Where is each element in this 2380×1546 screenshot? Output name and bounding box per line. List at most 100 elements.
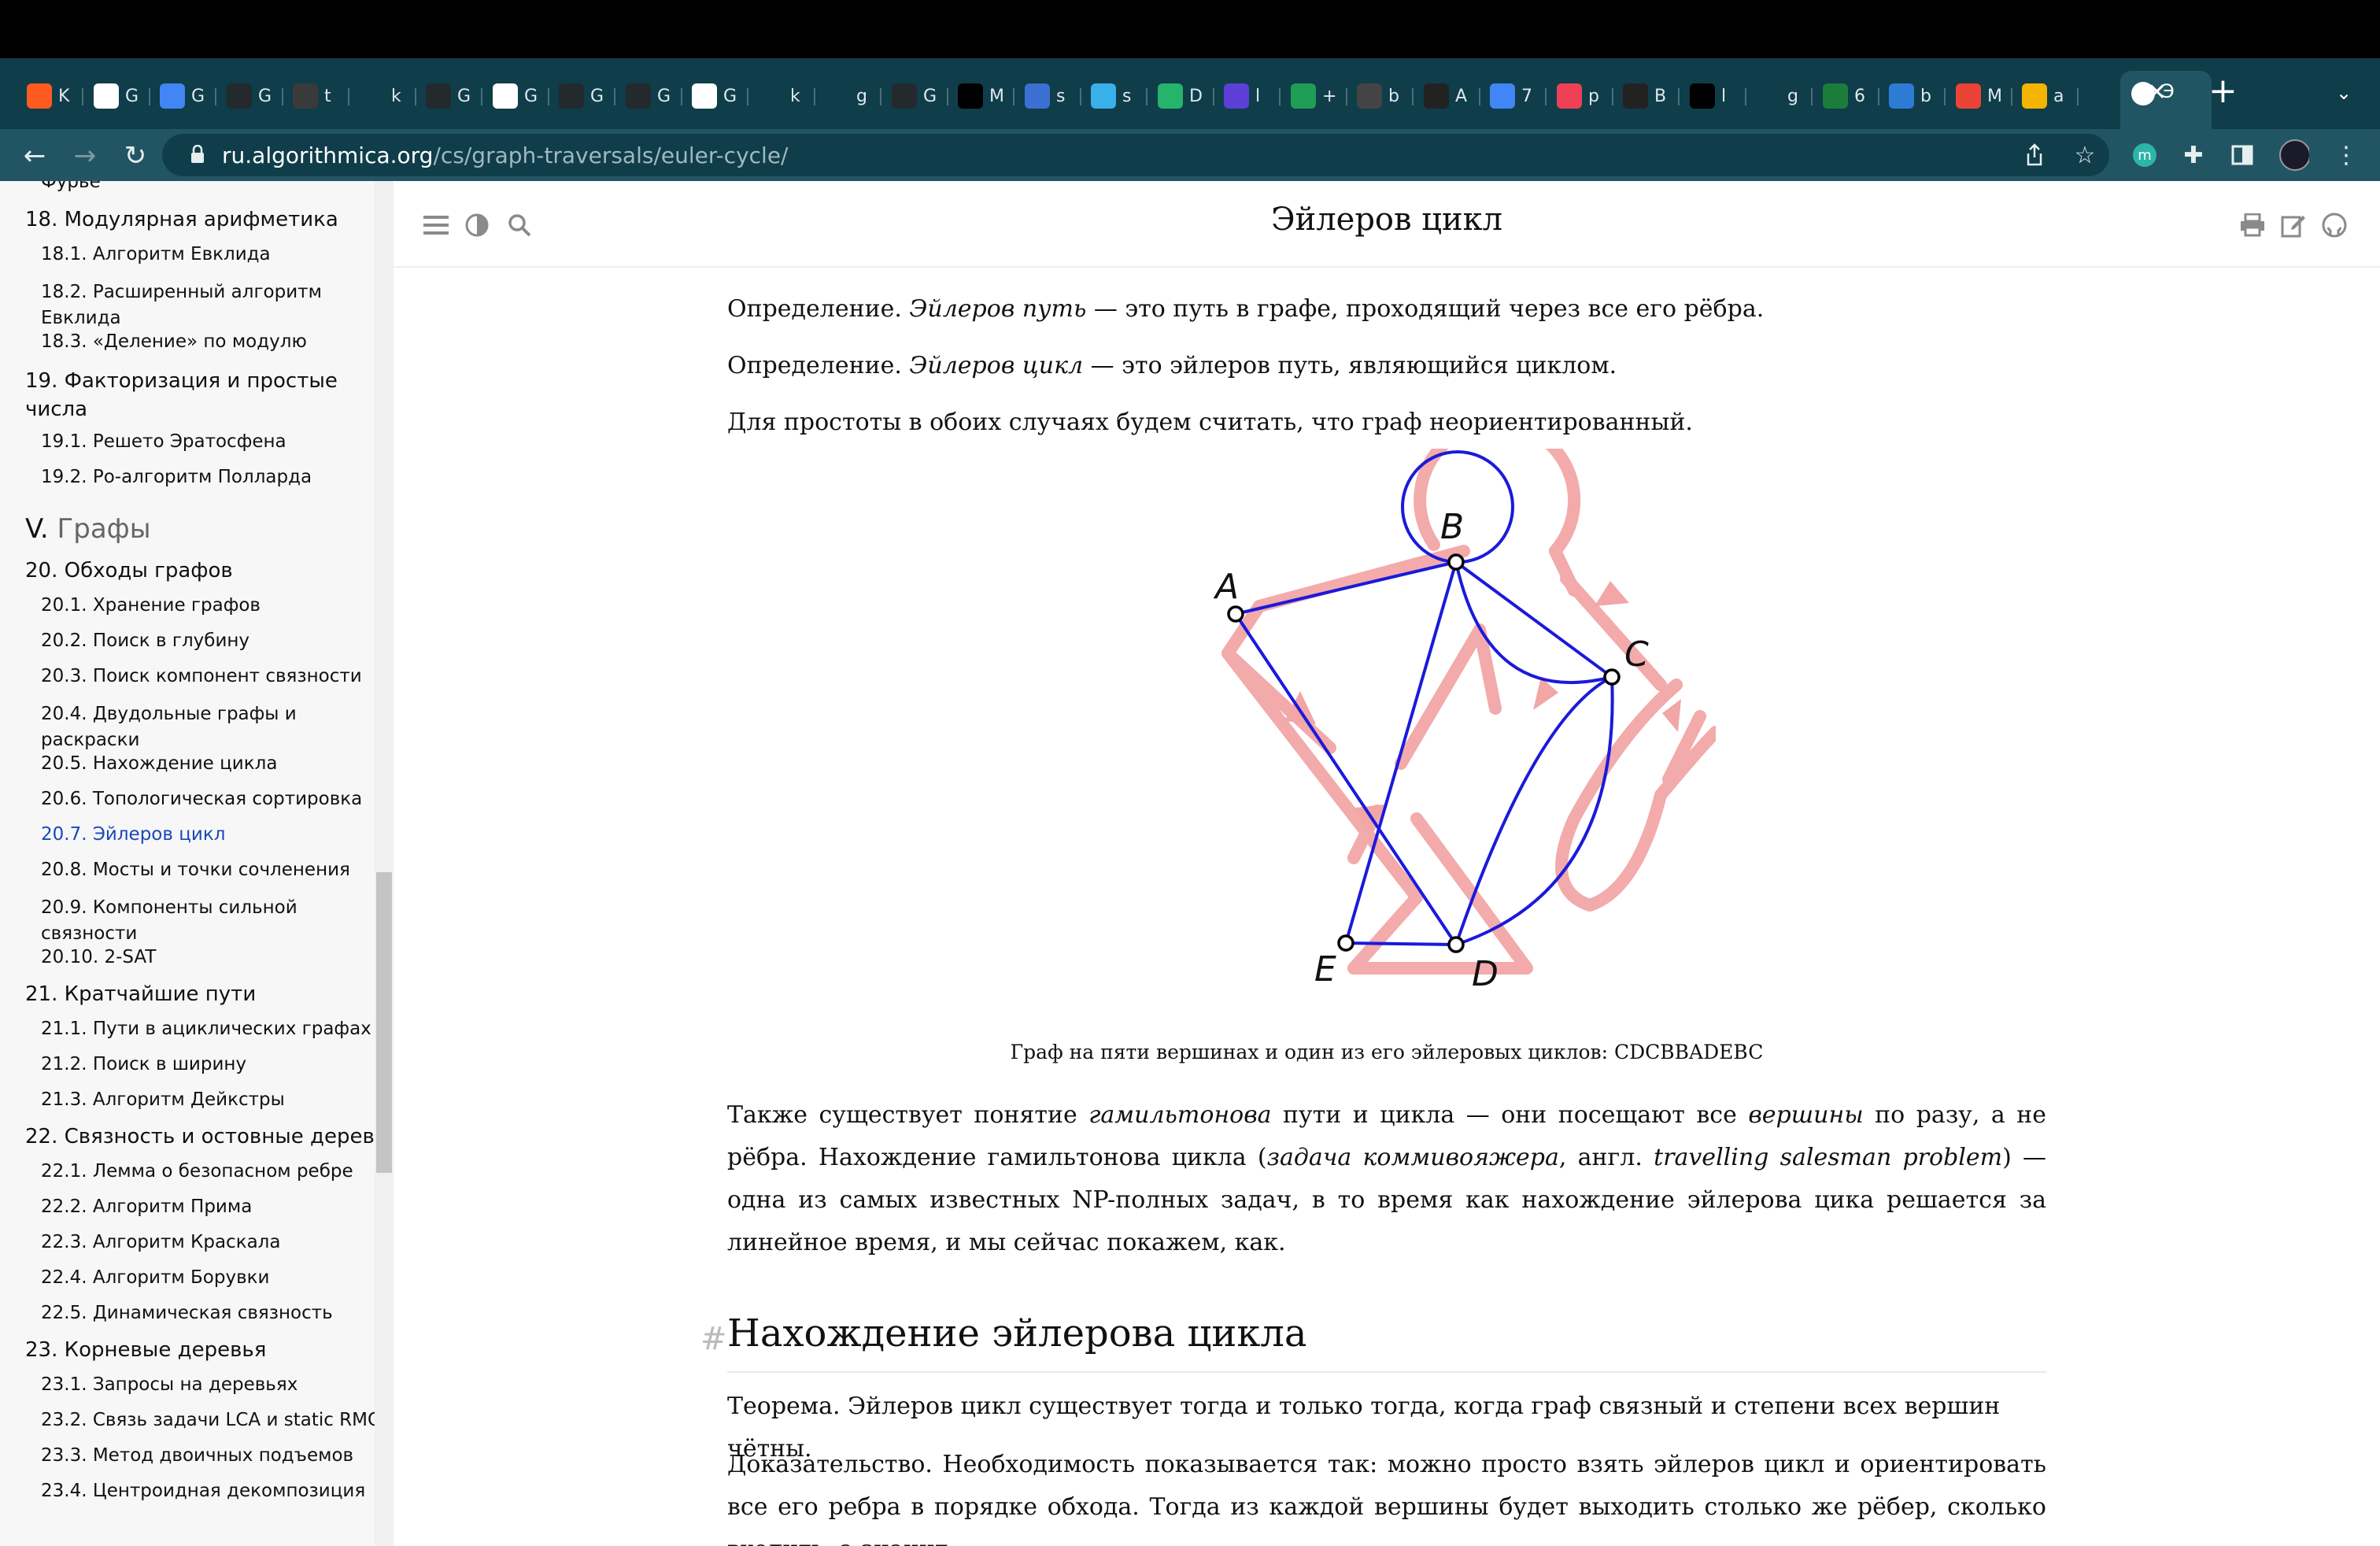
toc-item-6[interactable]: 19.2. Ро-алгоритм Полларда [41,467,312,487]
toc-item-20[interactable]: 21.1. Пути в ациклических графах [41,1019,371,1039]
browser-tab[interactable]: G [86,77,155,115]
toc-item-3[interactable]: 18.3. «Деление» по модулю [41,331,307,352]
tab-separator [1213,88,1214,105]
toc-item-26[interactable]: 22.3. Алгоритм Краскала [41,1232,280,1252]
toc-section-8[interactable]: 20. Обходы графов [25,559,233,583]
toc-item-2[interactable]: 18.2. Расширенный алгоритм Евклида [41,279,364,331]
k-blue-icon [759,83,784,109]
browser-tab[interactable]: D [1150,77,1219,115]
tab-separator [1279,88,1281,105]
browser-tab[interactable]: a [2014,77,2083,115]
toc-item-16[interactable]: 20.8. Мосты и точки сочленения [41,860,350,880]
toc-item-11[interactable]: 20.3. Поиск компонент связности [41,666,362,686]
sidebar-toc: Фурье 18. Модулярная арифметика 18.1. Алг… [0,181,394,1546]
toc-item-33[interactable]: 23.4. Центроидная декомпозиция [41,1481,365,1501]
browser-tab[interactable]: G [884,77,953,115]
toc-item-31[interactable]: 23.2. Связь задачи LCA и static RMQ [41,1410,382,1430]
google-icon [493,83,518,109]
sidebar-scrollbar[interactable] [375,181,394,1546]
extension-m-icon[interactable]: m [2130,140,2160,170]
toc-item-15[interactable]: 20.7. Эйлеров цикл [41,824,225,845]
browser-tab[interactable]: s [1017,77,1086,115]
toc-item-24[interactable]: 22.1. Лемма о безопасном ребре [41,1161,353,1182]
browser-menu-icon[interactable]: ⋮ [2331,140,2361,170]
toc-item-27[interactable]: 22.4. Алгоритм Борувки [41,1267,270,1288]
toc-item-21[interactable]: 21.2. Поиск в ширину [41,1054,246,1074]
browser-tab[interactable]: p [1549,77,1618,115]
globe-icon [2089,83,2114,109]
browser-tab[interactable]: G [618,77,687,115]
tab-separator [1944,88,1946,105]
browser-tab[interactable]: k [352,77,421,115]
heading-anchor-link[interactable]: # [700,1321,727,1357]
tab-title: s [1122,86,1132,106]
browser-tab[interactable]: g [817,77,886,115]
toc-item-12[interactable]: 20.4. Двудольные графы и раскраски [41,701,364,753]
toc-section-19[interactable]: 21. Кратчайшие пути [25,982,256,1006]
browser-tab[interactable]: A [1416,77,1485,115]
tab-search-chevron-icon[interactable]: ⌄ [2336,82,2352,104]
browser-tab[interactable]: K [19,77,88,115]
browser-tab[interactable]: G [152,77,221,115]
browser-tab[interactable]: 7 [1482,77,1551,115]
tab-title: K [58,86,70,106]
browser-tab[interactable]: G [551,77,620,115]
toc-item-18[interactable]: 20.10. 2-SAT [41,947,156,967]
toc-section-0[interactable]: 18. Модулярная арифметика [25,208,338,231]
edit-icon[interactable] [2278,209,2309,241]
toc-item-9[interactable]: 20.1. Хранение графов [41,595,261,616]
close-tab-icon[interactable]: ✕ [2147,79,2167,106]
star-icon [1091,83,1116,109]
bookmark-star-icon[interactable]: ☆ [2070,140,2100,170]
browser-tab[interactable]: + [1283,77,1352,115]
browser-tab[interactable]: G [219,77,288,115]
back-button[interactable]: ← [17,139,52,173]
toc-item-17[interactable]: 20.9. Компоненты сильной связности [41,895,364,947]
toc-item-5[interactable]: 19.1. Решето Эратосфена [41,431,286,452]
reload-button[interactable]: ↻ [118,139,153,173]
sidebar-item-cut[interactable]: Фурье [41,181,101,192]
print-icon[interactable] [2237,209,2268,241]
toc-section-4[interactable]: 19. Факторизация и простые числа [25,367,356,423]
toc-item-32[interactable]: 23.3. Метод двоичных подъемов [41,1445,353,1466]
toc-item-10[interactable]: 20.2. Поиск в глубину [41,631,249,651]
browser-tab[interactable]: B [1615,77,1684,115]
side-panel-icon[interactable] [2227,140,2257,170]
browser-tab[interactable]: b [1881,77,1950,115]
toc-item-14[interactable]: 20.6. Топологическая сортировка [41,789,362,809]
sidebar-scroll-thumb[interactable] [376,872,392,1173]
browser-tab[interactable]: l [1682,77,1751,115]
toc-section-23[interactable]: 22. Связность и остовные деревья [25,1125,394,1148]
share-icon[interactable] [2020,140,2049,170]
toc-item-25[interactable]: 22.2. Алгоритм Прима [41,1196,252,1217]
toc-section-29[interactable]: 23. Корневые деревья [25,1338,266,1362]
browser-tab[interactable]: M [950,77,1019,115]
browser-tab[interactable]: l [1216,77,1285,115]
browser-tab[interactable]: k [751,77,820,115]
browser-tab[interactable]: G [684,77,753,115]
lock-icon[interactable] [190,145,205,164]
forward-button[interactable]: → [68,139,102,173]
browser-tab[interactable]: G [485,77,554,115]
browser-tab[interactable]: b [1349,77,1418,115]
address-bar[interactable]: ru.algorithmica.org/cs/graph-traversals/… [162,134,2109,176]
browser-tab[interactable]: G [418,77,487,115]
toc-item-22[interactable]: 21.3. Алгоритм Дейкстры [41,1089,285,1110]
profile-avatar[interactable] [2279,139,2309,171]
bot-icon [1889,83,1914,109]
toc-item-1[interactable]: 18.1. Алгоритм Евклида [41,244,271,264]
toc-item-30[interactable]: 23.1. Запросы на деревьях [41,1374,298,1395]
browser-tab[interactable]: 6 [1815,77,1884,115]
browser-tab[interactable]: M [1948,77,2017,115]
toc-item-28[interactable]: 22.5. Динамическая связность [41,1303,333,1323]
url-text[interactable]: ru.algorithmica.org/cs/graph-traversals/… [222,142,788,168]
browser-tab[interactable]: g [1748,77,1817,115]
toc-part-heading[interactable]: V. Графы [25,513,151,545]
toc-item-13[interactable]: 20.5. Нахождение цикла [41,753,277,774]
browser-tab[interactable]: t [285,77,354,115]
def-term: Эйлеров путь [909,295,1087,323]
new-tab-button[interactable]: + [2208,71,2238,111]
extensions-puzzle-icon[interactable]: ✚ [2179,140,2208,170]
browser-tab[interactable]: s [1083,77,1152,115]
github-icon[interactable] [2319,209,2350,241]
